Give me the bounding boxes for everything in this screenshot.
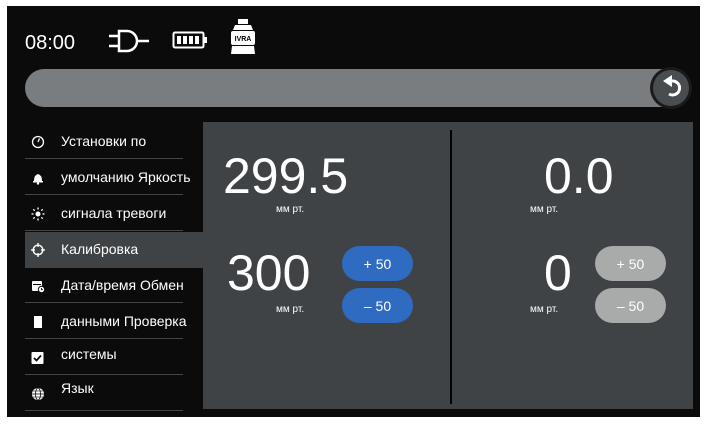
menu-item-label: системы bbox=[61, 346, 117, 362]
menu-item-defaults[interactable]: Установки по bbox=[25, 124, 183, 160]
menu-divider bbox=[25, 410, 183, 411]
left-measured-unit: мм рт. bbox=[276, 204, 305, 215]
menu-divider bbox=[25, 338, 183, 339]
crosshair-icon bbox=[31, 243, 45, 257]
right-minus-50-button[interactable]: – 50 bbox=[595, 288, 666, 323]
right-measured-unit: мм рт. bbox=[530, 204, 559, 215]
menu-item-label: сигнала тревоги bbox=[61, 205, 167, 221]
device-screen: 08:00 IVRA Установки по умолчанию Яркост… bbox=[7, 6, 700, 417]
menu-divider bbox=[25, 302, 183, 303]
checkbox-icon bbox=[31, 352, 44, 364]
clock: 08:00 bbox=[25, 32, 76, 54]
left-plus-50-button[interactable]: + 50 bbox=[342, 246, 413, 281]
right-plus-50-button[interactable]: + 50 bbox=[595, 246, 666, 281]
gauge-icon bbox=[31, 135, 45, 149]
right-measured-value: 0.0 bbox=[544, 148, 614, 204]
menu-item-label: Язык bbox=[61, 380, 94, 396]
menu-item-calibration[interactable]: Калибровка bbox=[25, 232, 203, 268]
menu-item-data-exchange[interactable]: данными Проверка bbox=[25, 304, 187, 340]
menu-divider bbox=[25, 158, 183, 159]
left-setpoint-value: 300 bbox=[227, 245, 311, 301]
ivra-device-icon: IVRA bbox=[231, 19, 255, 54]
settings-menu: Установки по умолчанию Яркость сигнала т… bbox=[25, 124, 203, 412]
menu-item-label: данными Проверка bbox=[61, 313, 187, 329]
calendar-clock-icon bbox=[32, 281, 45, 293]
menu-item-alarm[interactable]: сигнала тревоги bbox=[25, 196, 183, 232]
brightness-icon bbox=[31, 207, 45, 221]
menu-item-label: Дата/время Обмен bbox=[61, 277, 184, 293]
undo-arrow-icon bbox=[663, 75, 682, 97]
left-measured-value: 299.5 bbox=[223, 148, 349, 204]
globe-icon bbox=[32, 387, 44, 401]
menu-item-datetime[interactable]: Дата/время Обмен bbox=[25, 268, 184, 304]
channel-divider bbox=[450, 130, 452, 404]
battery-full-icon bbox=[172, 31, 207, 49]
menu-item-label: Установки по bbox=[61, 133, 147, 149]
left-minus-50-button[interactable]: – 50 bbox=[342, 288, 413, 323]
right-setpoint-unit: мм рт. bbox=[530, 304, 559, 315]
menu-item-brightness[interactable]: умолчанию Яркость bbox=[25, 160, 191, 196]
svg-text:IVRA: IVRA bbox=[235, 36, 252, 43]
menu-item-language[interactable]: Язык bbox=[25, 376, 183, 412]
status-bar: 08:00 IVRA bbox=[7, 6, 700, 70]
bell-icon bbox=[33, 174, 43, 185]
menu-item-label: Калибровка bbox=[61, 241, 139, 257]
menu-item-system-check[interactable]: системы bbox=[25, 340, 183, 376]
menu-divider bbox=[25, 230, 183, 231]
back-button[interactable] bbox=[653, 70, 689, 106]
menu-divider bbox=[25, 374, 183, 375]
menu-divider bbox=[25, 194, 183, 195]
left-setpoint-unit: мм рт. bbox=[276, 304, 305, 315]
calibration-panel: 299.5 мм рт. 300 мм рт. + 50 – 50 0.0 мм… bbox=[203, 122, 693, 409]
sd-card-icon bbox=[34, 316, 42, 328]
right-setpoint-value: 0 bbox=[544, 245, 572, 301]
title-bar bbox=[25, 69, 691, 107]
power-plug-icon bbox=[109, 29, 149, 53]
menu-item-label: умолчанию Яркость bbox=[61, 169, 191, 185]
